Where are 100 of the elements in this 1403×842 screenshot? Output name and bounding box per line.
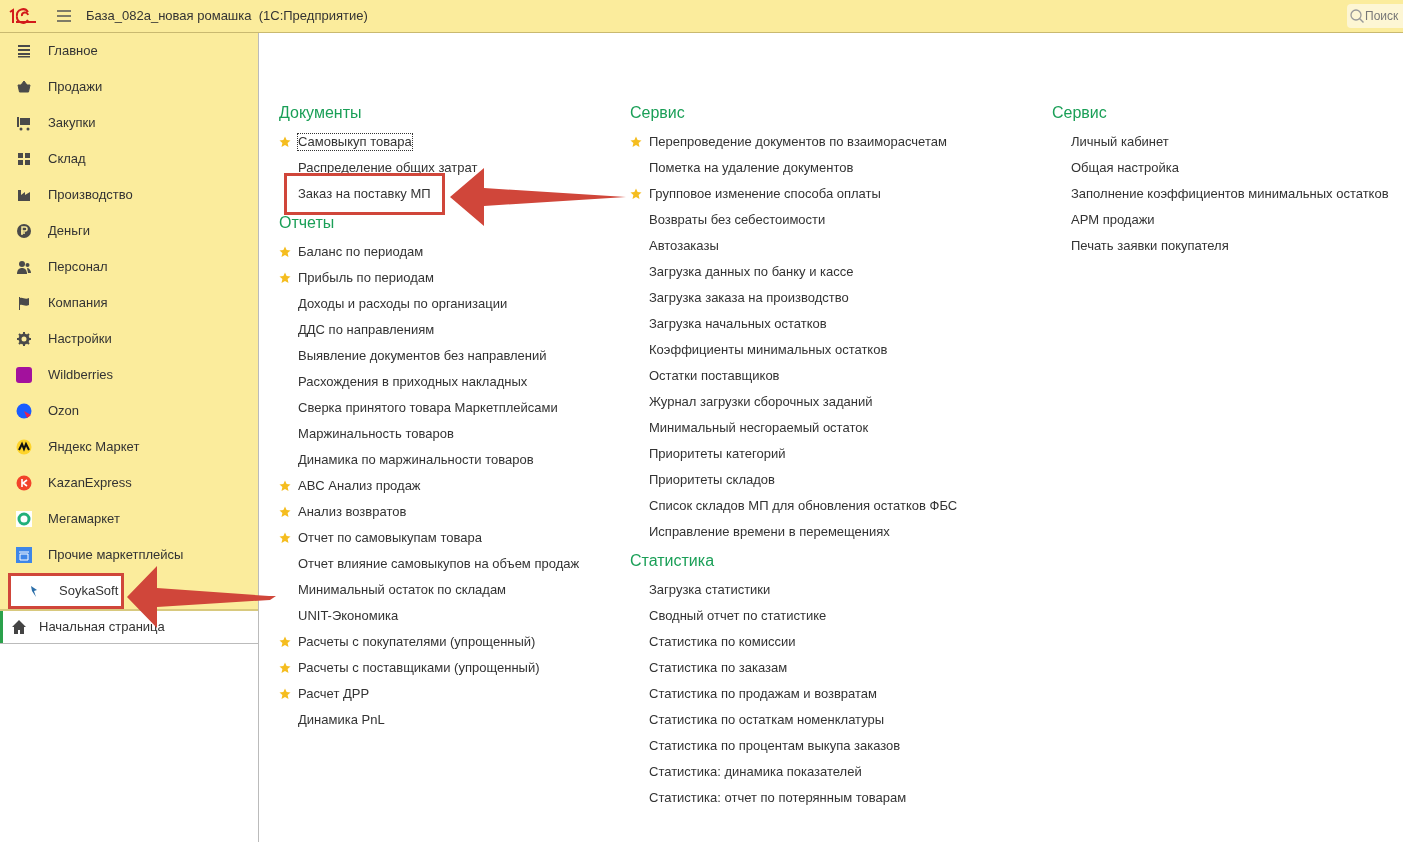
command-link[interactable]: Динамика PnL [298,712,385,728]
sidebar-item[interactable]: Главное [0,33,258,69]
store-logo-icon [16,475,32,491]
search-icon [1349,8,1365,24]
sidebar-item[interactable]: Производство [0,177,258,213]
section-heading: Сервис [1052,103,1108,123]
command-link[interactable]: ДДС по направлениям [298,322,435,338]
ruble-coin-icon [16,223,32,239]
command-link[interactable]: Статистика по остаткам номенклатуры [649,712,885,728]
sidebar-item[interactable]: Компания [0,285,258,321]
star-icon [279,688,291,700]
sidebar-item[interactable]: Настройки [0,321,258,357]
store-icon [16,547,32,563]
command-link[interactable]: Распределение общих затрат [298,160,478,176]
command-link[interactable]: Общая настройка [1071,160,1179,176]
command-link[interactable]: UNIT-Экономика [298,608,399,624]
sidebar-item[interactable]: Wildberries [0,357,258,393]
cart-icon [16,115,32,131]
sidebar-item[interactable]: Склад [0,141,258,177]
store-logo-icon [16,439,32,455]
command-link[interactable]: Расчет ДРР [298,686,370,702]
sidebar-item[interactable]: SoykaSoft [8,573,124,609]
sidebar-item[interactable]: Персонал [0,249,258,285]
command-link[interactable]: Заполнение коэффициентов минимальных остатков [1071,186,1389,202]
command-link[interactable]: Выявление документов без направлений [298,348,547,364]
command-link[interactable]: Статистика по заказам [649,660,788,676]
command-link[interactable]: Пометка на удаление документов [649,160,854,176]
command-link[interactable]: Расчеты с покупателями (упрощенный) [298,634,536,650]
command-link[interactable]: Журнал загрузки сборочных заданий [649,394,873,410]
command-link[interactable]: Маржинальность товаров [298,426,454,442]
store-logo-icon [16,367,32,383]
sidebar-item[interactable]: Мегамаркет [0,501,258,537]
command-link[interactable]: Загрузка статистики [649,582,771,598]
command-link[interactable]: Возвраты без себестоимости [649,212,826,228]
command-link[interactable]: Расхождения в приходных накладных [298,374,528,390]
sidebar-item[interactable]: Яндекс Маркет [0,429,258,465]
command-link[interactable]: Анализ возвратов [298,504,407,520]
star-icon [279,506,291,518]
sidebar-item[interactable]: KazanExpress [0,465,258,501]
command-link[interactable]: Личный кабинет [1071,134,1169,150]
search-box[interactable]: Поиск [1347,4,1403,28]
people-icon [16,259,32,275]
command-link[interactable]: Список складов МП для обновления остатков ФБС [649,498,958,514]
command-link[interactable]: Статистика: отчет по потерянным товарам [649,790,907,806]
sidebar-item[interactable]: Деньги [0,213,258,249]
command-link[interactable]: Динамика по маржинальности товаров [298,452,534,468]
star-icon [279,662,291,674]
sidebar-item[interactable]: Закупки [0,105,258,141]
command-link[interactable]: Перепроведение документов по взаиморасчетам [649,134,947,150]
window-title: База_082а_новая ромашка (1С:Предприятие) [86,7,368,26]
command-link[interactable]: Отчет влияние самовыкупов на объем продаж [298,556,580,572]
command-link[interactable]: Групповое изменение способа оплаты [649,186,881,202]
star-icon [630,136,642,148]
command-link[interactable]: Минимальный остаток по складам [298,582,507,598]
section-heading: Документы [279,103,363,123]
command-link[interactable]: Статистика: динамика показателей [649,764,862,780]
star-icon [630,188,642,200]
section-heading: Сервис [630,103,686,123]
sidebar-item[interactable]: Продажи [0,69,258,105]
command-link[interactable]: Сводный отчет по статистике [649,608,827,624]
sidebar-item[interactable]: Ozon [0,393,258,429]
section-heading: Статистика [630,551,716,571]
command-link[interactable]: Печать заявки покупателя [1071,238,1229,254]
command-link[interactable]: Загрузка заказа на производство [649,290,849,306]
factory-icon [16,187,32,203]
store-logo-icon [16,403,32,419]
command-link[interactable]: Статистика по процентам выкупа заказов [649,738,901,754]
command-link[interactable]: Сверка принятого товара Маркетплейсами [298,400,558,416]
warehouse-icon [16,151,32,167]
settings-icon [16,331,32,347]
home-icon [11,619,27,635]
sidebar-item[interactable]: Прочие маркетплейсы [0,537,258,573]
command-link[interactable]: Коэффициенты минимальных остатков [649,342,888,358]
command-link[interactable]: Баланс по периодам [298,244,424,260]
star-icon [279,272,291,284]
command-link[interactable]: АРМ продажи [1071,212,1155,228]
command-link[interactable]: Приоритеты складов [649,472,775,488]
command-link[interactable]: Статистика по комиссии [649,634,796,650]
logo-icon [8,7,38,25]
command-link[interactable]: Остатки поставщиков [649,368,780,384]
command-link[interactable]: Автозаказы [649,238,719,254]
star-icon [279,532,291,544]
command-link[interactable]: Исправление времени в перемещениях [649,524,890,540]
command-link[interactable]: Загрузка данных по банку и кассе [649,264,854,280]
star-icon [279,480,291,492]
command-link[interactable]: Отчет по самовыкупам товара [298,530,482,546]
command-link[interactable]: Прибыль по периодам [298,270,434,286]
command-link[interactable]: Заказ на поставку МП [284,173,445,215]
menu-icon [16,43,32,59]
command-link[interactable]: Самовыкуп товара [298,134,412,150]
command-link[interactable]: Минимальный несгораемый остаток [649,420,869,436]
command-link[interactable]: ABC Анализ продаж [298,478,421,494]
command-link[interactable]: Статистика по продажам и возвратам [649,686,877,702]
section-heading: Отчеты [279,213,336,233]
search-field[interactable]: Поиск [1365,7,1403,25]
star-icon [279,246,291,258]
command-link[interactable]: Расчеты с поставщиками (упрощенный) [298,660,540,676]
command-link[interactable]: Загрузка начальных остатков [649,316,827,332]
command-link[interactable]: Доходы и расходы по организации [298,296,508,312]
command-link[interactable]: Приоритеты категорий [649,446,786,462]
